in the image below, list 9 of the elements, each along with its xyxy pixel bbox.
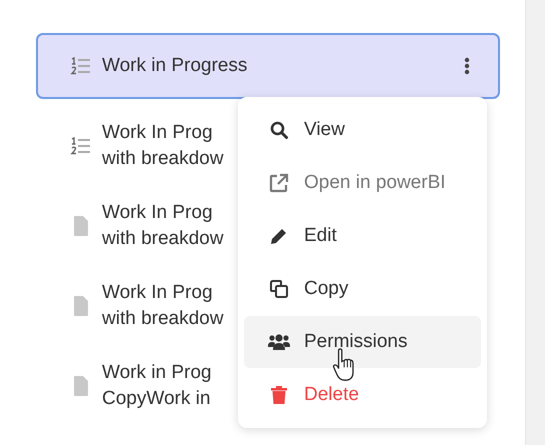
report-name: Work in Prog [102, 361, 212, 385]
report-name: CopyWork in [102, 387, 210, 411]
report-name: Work In Prog [102, 121, 213, 145]
report-name: with breakdow [102, 147, 224, 171]
report-name: Work In Prog [102, 281, 213, 305]
report-name: Work In Prog [102, 201, 213, 225]
report-name: with breakdow [102, 307, 224, 331]
report-name: Work in Progress [102, 54, 248, 78]
report-name: with breakdow [102, 227, 224, 251]
